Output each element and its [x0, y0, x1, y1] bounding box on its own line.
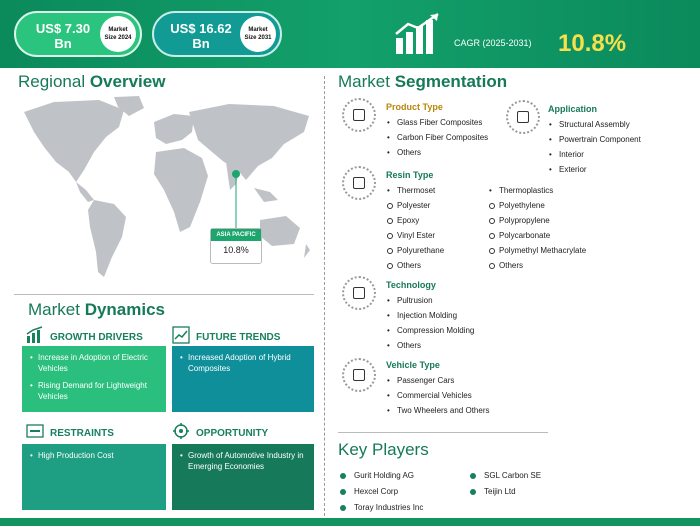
list-item: Exterior [548, 162, 641, 177]
list-item: Pultrusion [386, 293, 474, 308]
cagr-label: CAGR (2025-2031) [454, 38, 532, 48]
list-item: Epoxy [386, 213, 444, 228]
market-size-2031-value: US$ 16.62 [170, 21, 232, 36]
thermoplastics-label: Thermoplastics [488, 183, 553, 198]
key-players-list-2: SGL Carbon SE Teijin Ltd [470, 468, 541, 500]
technology-icon [342, 276, 376, 310]
vehicle-type-heading: Vehicle Type [386, 360, 440, 370]
thermoset-heading-list: Thermoset [386, 183, 435, 198]
key-players-list-1: Gurit Holding AG Hexcel Corp Toray Indus… [340, 468, 423, 516]
future-trends-heading: FUTURE TRENDS [196, 332, 281, 343]
restraints-card: High Production Cost [22, 444, 166, 510]
market-size-2031-badge: Market Size 2031 [240, 16, 276, 52]
thermoplastics-heading-list: Thermoplastics [488, 183, 553, 198]
vehicle-type-list: Passenger Cars Commercial Vehicles Two W… [386, 373, 489, 418]
list-item: Teijin Ltd [470, 484, 541, 500]
list-item: Rising Demand for Lightweight Vehicles [30, 380, 158, 402]
list-item: Growth of Automotive Industry in Emergin… [180, 450, 306, 472]
resin-type-heading: Resin Type [386, 170, 434, 180]
growth-drivers-heading: GROWTH DRIVERS [50, 332, 143, 343]
thermoplastics-list: Polyethylene Polypropylene Polycarbonate… [488, 198, 586, 273]
list-item: Gurit Holding AG [340, 468, 423, 484]
market-size-2024-pill: US$ 7.30 Bn Market Size 2024 [14, 11, 142, 57]
list-item: Vinyl Ester [386, 228, 444, 243]
list-item: Powertrain Component [548, 132, 641, 147]
application-heading: Application [548, 104, 597, 114]
list-item: Others [386, 145, 488, 160]
application-list: Structural Assembly Powertrain Component… [548, 117, 641, 177]
market-dynamics-title: Market Dynamics [28, 300, 166, 319]
list-item: Carbon Fiber Composites [386, 130, 488, 145]
list-item: Increased Adoption of Hybrid Composites [180, 352, 306, 374]
footer-bar [0, 518, 700, 526]
list-item: Passenger Cars [386, 373, 489, 388]
restraints-icon [26, 424, 44, 438]
thermoset-list: Polyester Epoxy Vinyl Ester Polyurethane… [386, 198, 444, 273]
list-item: Compression Molding [386, 323, 474, 338]
divider [14, 294, 314, 295]
market-size-2024-unit: Bn [54, 36, 72, 51]
list-item: Toray Industries Inc [340, 500, 423, 516]
cagr-value: 10.8% [558, 30, 627, 57]
list-item: Two Wheelers and Others [386, 403, 489, 418]
resin-type-icon [342, 166, 376, 200]
list-item: Glass Fiber Composites [386, 115, 488, 130]
product-type-list: Glass Fiber Composites Carbon Fiber Comp… [386, 115, 488, 160]
market-size-2024-badge: Market Size 2024 [100, 16, 136, 52]
list-item: Hexcel Corp [340, 484, 423, 500]
list-item: Others [386, 338, 474, 353]
opportunity-card: Growth of Automotive Industry in Emergin… [172, 444, 314, 510]
growth-chart-icon [395, 12, 439, 54]
list-item: Polyethylene [488, 198, 586, 213]
market-segmentation-title: Market Segmentation [338, 72, 508, 91]
market-size-2031-unit: Bn [192, 36, 210, 51]
market-size-2031-pill: US$ 16.62 Bn Market Size 2031 [152, 11, 282, 57]
thermoset-label: Thermoset [386, 183, 435, 198]
future-trends-icon [172, 326, 190, 344]
list-item: Injection Molding [386, 308, 474, 323]
vehicle-type-icon [342, 358, 376, 392]
list-item: Commercial Vehicles [386, 388, 489, 403]
product-type-icon [342, 98, 376, 132]
technology-heading: Technology [386, 280, 436, 290]
opportunity-heading: OPPORTUNITY [196, 428, 269, 439]
asia-pacific-callout: ASIA PACIFIC 10.8% [210, 228, 262, 264]
list-item: Structural Assembly [548, 117, 641, 132]
header-banner: US$ 7.30 Bn Market Size 2024 US$ 16.62 Bn M… [0, 0, 700, 68]
restraints-heading: RESTRAINTS [50, 428, 114, 439]
list-item: Increase in Adoption of Electric Vehicle… [30, 352, 158, 374]
list-item: Polymethyl Methacrylate [488, 243, 586, 258]
application-icon [506, 100, 540, 134]
list-item: Others [386, 258, 444, 273]
opportunity-icon [173, 423, 189, 439]
growth-drivers-card: Increase in Adoption of Electric Vehicle… [22, 346, 166, 412]
list-item: High Production Cost [30, 450, 158, 461]
divider [324, 76, 325, 516]
list-item: Polyester [386, 198, 444, 213]
world-map [24, 96, 310, 277]
list-item: Polycarbonate [488, 228, 586, 243]
product-type-heading: Product Type [386, 102, 443, 112]
list-item: Interior [548, 147, 641, 162]
list-item: Polypropylene [488, 213, 586, 228]
key-players-title: Key Players [338, 440, 429, 459]
asia-pacific-label: ASIA PACIFIC [211, 229, 261, 241]
asia-pacific-value: 10.8% [223, 245, 249, 255]
list-item: Polyurethane [386, 243, 444, 258]
regional-overview-title: Regional Overview [18, 72, 166, 91]
list-item: SGL Carbon SE [470, 468, 541, 484]
market-size-2024-value: US$ 7.30 [35, 21, 91, 36]
technology-list: Pultrusion Injection Molding Compression… [386, 293, 474, 353]
list-item: Others [488, 258, 586, 273]
growth-drivers-icon [26, 326, 43, 343]
future-trends-card: Increased Adoption of Hybrid Composites [172, 346, 314, 412]
divider [338, 432, 548, 433]
